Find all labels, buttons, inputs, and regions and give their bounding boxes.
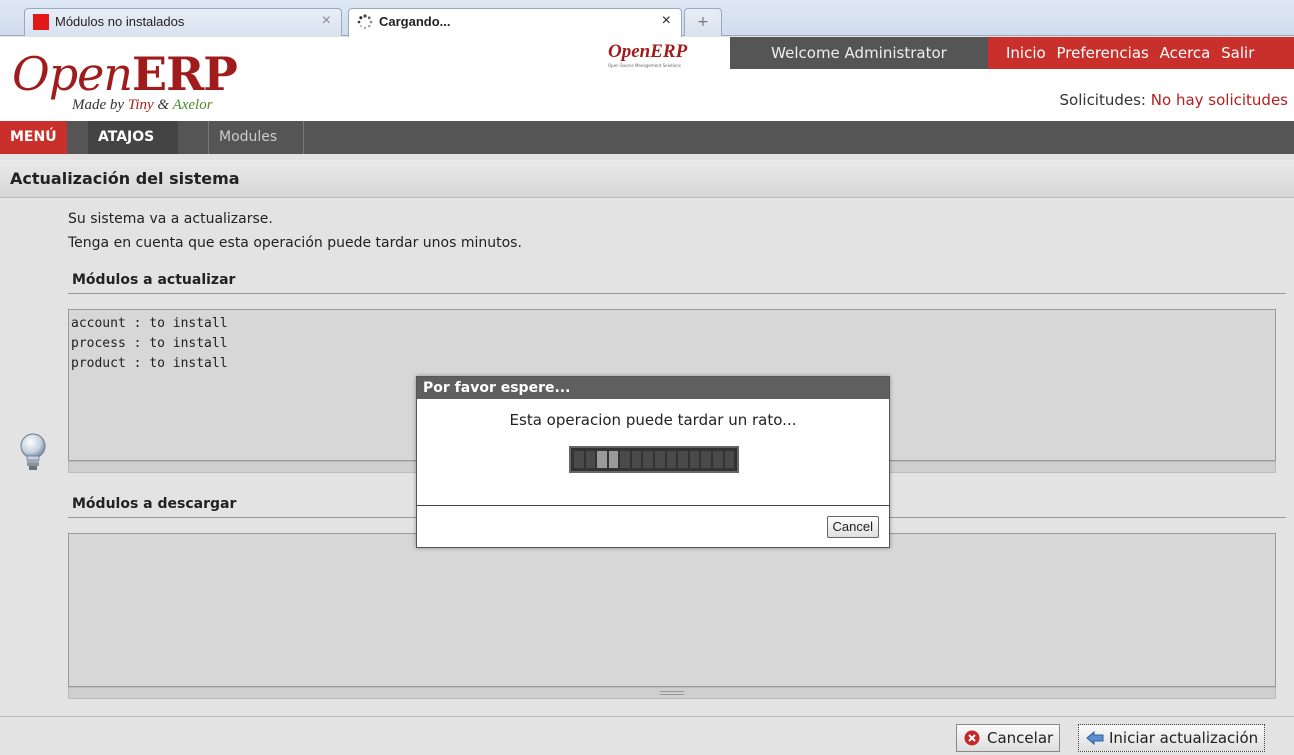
page-title: Actualización del sistema	[10, 169, 240, 188]
progress-segment	[689, 451, 700, 468]
progress-segment	[585, 451, 596, 468]
module-row: account : to install	[71, 316, 228, 331]
tagline-prefix: Made by	[72, 97, 125, 113]
browser-tab-label: Cargando...	[379, 14, 451, 29]
browser-tab-modulos[interactable]: Módulos no instalados ×	[24, 8, 342, 36]
progress-segment	[655, 451, 665, 468]
progress-segment	[597, 451, 607, 468]
section-modules-update-label: Módulos a actualizar	[72, 272, 236, 288]
logo-open: Open	[12, 47, 133, 101]
link-salir[interactable]: Salir	[1221, 44, 1254, 62]
intro-text-2: Tenga en cuenta que esta operación puede…	[68, 235, 522, 251]
tab-menu[interactable]: MENÚ	[0, 121, 67, 154]
progress-segment	[678, 451, 688, 468]
progress-segment	[608, 451, 619, 468]
tagline-amp: &	[157, 97, 170, 113]
loading-progress-bar	[569, 446, 739, 473]
tagline-axelor: Axelor	[172, 97, 213, 113]
wait-dialog: Por favor espere... Esta operacion puede…	[416, 376, 890, 548]
progress-segment	[620, 451, 630, 468]
iniciar-actualizacion-button[interactable]: Iniciar actualización	[1078, 724, 1266, 752]
tagline-tiny: Tiny	[127, 97, 154, 113]
loading-spinner-icon	[357, 14, 373, 30]
intro-text-1: Su sistema va a actualizarse.	[68, 211, 273, 227]
link-acerca[interactable]: Acerca	[1160, 44, 1211, 62]
progress-segment	[643, 451, 654, 468]
footer-divider	[0, 716, 1294, 717]
lightbulb-icon	[20, 433, 46, 470]
cancelar-label: Cancelar	[987, 729, 1054, 747]
requests-status: Solicitudes: No hay solicitudes	[1060, 91, 1288, 109]
main-menu-bar: MENÚ ATAJOS Modules	[0, 121, 1294, 154]
link-inicio[interactable]: Inicio	[1006, 44, 1046, 62]
browser-tab-cargando[interactable]: Cargando... ×	[348, 8, 682, 37]
module-row: process : to install	[71, 336, 228, 351]
small-logo-subtitle: Open Source Management Solutions	[608, 63, 681, 68]
welcome-text: Welcome Administrator	[730, 37, 988, 69]
logo-erp: ERP	[132, 47, 238, 101]
cancel-icon	[964, 730, 980, 746]
section-modules-download-label: Módulos a descargar	[72, 496, 237, 512]
new-tab-button[interactable]: +	[684, 8, 722, 36]
textarea-resize-bar[interactable]	[68, 687, 1276, 699]
browser-tab-label: Módulos no instalados	[55, 14, 185, 29]
iniciar-label: Iniciar actualización	[1109, 729, 1259, 747]
progress-segment	[701, 451, 711, 468]
openerp-logo[interactable]: OpenERP	[12, 47, 238, 101]
progress-segment	[574, 451, 584, 468]
link-preferencias[interactable]: Preferencias	[1056, 44, 1148, 62]
dialog-divider	[417, 505, 889, 506]
openerp-small-logo: OpenERP	[608, 41, 688, 62]
dialog-cancel-button[interactable]: Cancel	[826, 516, 879, 538]
start-arrow-icon	[1086, 730, 1104, 746]
progress-segment	[666, 451, 677, 468]
modules-to-download-textarea[interactable]	[68, 533, 1276, 687]
logo-tagline: Made by Tiny & Axelor	[72, 97, 213, 114]
shortcut-modules[interactable]: Modules	[208, 121, 304, 154]
dialog-message: Esta operacion puede tardar un rato...	[509, 411, 797, 429]
browser-tab-strip: Módulos no instalados × Cargando... × +	[0, 0, 1294, 37]
progress-segment	[724, 451, 735, 468]
page-title-bar: Actualización del sistema	[0, 160, 1294, 198]
progress-segment	[631, 451, 642, 468]
resize-grip-icon[interactable]	[660, 691, 684, 695]
module-row: product : to install	[71, 356, 228, 371]
tab-atajos[interactable]: ATAJOS	[88, 121, 179, 154]
progress-segment	[712, 451, 723, 468]
dialog-title: Por favor espere...	[417, 377, 889, 399]
app-header: OpenERP Made by Tiny & Axelor OpenERP Op…	[0, 37, 1294, 121]
requests-link[interactable]: No hay solicitudes	[1151, 91, 1288, 109]
close-tab-icon[interactable]: ×	[662, 12, 671, 30]
section-divider	[68, 293, 1286, 294]
requests-label: Solicitudes:	[1059, 91, 1146, 109]
red-square-favicon-icon	[33, 14, 49, 30]
close-tab-icon[interactable]: ×	[322, 12, 331, 30]
header-links: Inicio Preferencias Acerca Salir	[988, 37, 1294, 69]
cancelar-button[interactable]: Cancelar	[956, 724, 1061, 752]
